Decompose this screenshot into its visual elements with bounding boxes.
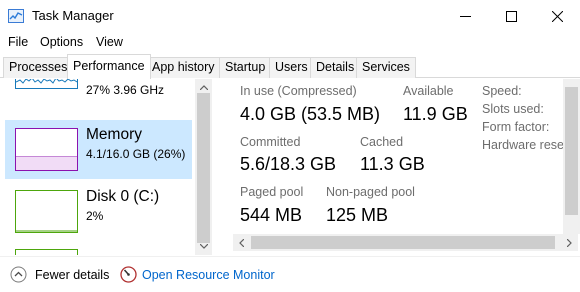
speed-label: Speed: bbox=[482, 84, 522, 98]
minimize-icon bbox=[459, 15, 471, 17]
chevron-down-icon bbox=[199, 244, 208, 249]
tab-users[interactable]: Users bbox=[269, 57, 314, 78]
non-paged-pool-value: 125 MB bbox=[326, 205, 389, 225]
disk-graph-thumbnail bbox=[15, 190, 78, 233]
cpu-graph-thumbnail bbox=[15, 79, 78, 89]
scroll-down-arrow[interactable] bbox=[195, 238, 212, 255]
resource-list-scrollbar[interactable] bbox=[195, 79, 212, 255]
memory-label: Memory bbox=[86, 126, 142, 143]
scroll-left-arrow[interactable] bbox=[233, 234, 250, 251]
tab-details[interactable]: Details bbox=[310, 57, 361, 78]
cpu-usage-text: 27% 3.96 GHz bbox=[86, 83, 165, 97]
vertical-scrollbar-thumb[interactable] bbox=[565, 87, 578, 215]
hardware-reserved-label: Hardware reser bbox=[482, 138, 569, 152]
maximize-icon bbox=[505, 10, 517, 22]
paged-pool-label: Paged pool bbox=[240, 185, 304, 199]
form-factor-label: Form factor: bbox=[482, 120, 550, 134]
cached-label: Cached bbox=[360, 135, 404, 149]
close-button[interactable] bbox=[534, 0, 580, 32]
available-value: 11.9 GB bbox=[403, 104, 468, 124]
tab-processes[interactable]: Processes bbox=[3, 57, 74, 78]
resource-item-cpu[interactable]: 27% 3.96 GHz bbox=[5, 79, 192, 97]
minimize-button[interactable] bbox=[442, 0, 488, 32]
fewer-details-button[interactable]: Fewer details bbox=[35, 268, 109, 282]
resource-item-next[interactable] bbox=[5, 245, 192, 255]
menu-options[interactable]: Options bbox=[40, 35, 83, 49]
footer-bar: Fewer details Open Resource Monitor bbox=[0, 256, 580, 292]
in-use-value: 4.0 GB (53.5 MB) bbox=[240, 104, 381, 124]
slots-used-label: Slots used: bbox=[482, 102, 544, 116]
window-title: Task Manager bbox=[32, 8, 114, 23]
tab-app-history[interactable]: App history bbox=[146, 57, 221, 78]
maximize-button[interactable] bbox=[488, 0, 534, 32]
memory-graph-thumbnail bbox=[15, 128, 78, 171]
tab-performance[interactable]: Performance bbox=[67, 54, 151, 79]
memory-details-panel: In use (Compressed) 4.0 GB (53.5 MB) Ava… bbox=[213, 79, 580, 255]
details-horizontal-scrollbar[interactable] bbox=[233, 234, 578, 251]
chevron-left-icon bbox=[239, 238, 244, 247]
task-manager-icon bbox=[8, 9, 24, 23]
scrollbar-thumb[interactable] bbox=[197, 93, 210, 243]
paged-pool-value: 544 MB bbox=[240, 205, 303, 225]
resource-list: 27% 3.96 GHz Memory 4.1/16.0 GB (26%) Di… bbox=[0, 79, 212, 255]
title-bar[interactable]: Task Manager bbox=[0, 0, 580, 32]
close-icon bbox=[551, 10, 563, 22]
menu-bar: File Options View bbox=[0, 32, 580, 52]
resource-item-disk[interactable]: Disk 0 (C:) 2% bbox=[5, 182, 192, 241]
resource-monitor-icon[interactable] bbox=[120, 266, 137, 283]
in-use-label: In use (Compressed) bbox=[240, 84, 357, 98]
menu-file[interactable]: File bbox=[8, 35, 28, 49]
memory-usage-text: 4.1/16.0 GB (26%) bbox=[86, 147, 186, 161]
menu-view[interactable]: View bbox=[96, 35, 123, 49]
disk-label: Disk 0 (C:) bbox=[86, 188, 160, 205]
disk-usage-text: 2% bbox=[86, 209, 104, 223]
horizontal-scrollbar-thumb[interactable] bbox=[251, 236, 555, 249]
details-vertical-scrollbar[interactable] bbox=[563, 79, 580, 234]
non-paged-pool-label: Non-paged pool bbox=[326, 185, 415, 199]
resource-item-memory[interactable]: Memory 4.1/16.0 GB (26%) bbox=[5, 120, 192, 179]
committed-value: 5.6/18.3 GB bbox=[240, 154, 337, 174]
chevron-right-icon bbox=[567, 238, 572, 247]
tab-services[interactable]: Services bbox=[356, 57, 416, 78]
committed-label: Committed bbox=[240, 135, 301, 149]
tab-strip: Processes Performance App history Startu… bbox=[0, 54, 580, 79]
cached-value: 11.3 GB bbox=[360, 154, 425, 174]
scroll-right-arrow[interactable] bbox=[561, 234, 578, 251]
tab-startup[interactable]: Startup bbox=[219, 57, 272, 78]
open-resource-monitor-link[interactable]: Open Resource Monitor bbox=[142, 268, 275, 282]
chevron-up-circle-icon[interactable] bbox=[10, 266, 27, 283]
next-graph-thumbnail bbox=[15, 249, 78, 255]
chevron-up-icon bbox=[199, 85, 208, 90]
available-label: Available bbox=[403, 84, 454, 98]
